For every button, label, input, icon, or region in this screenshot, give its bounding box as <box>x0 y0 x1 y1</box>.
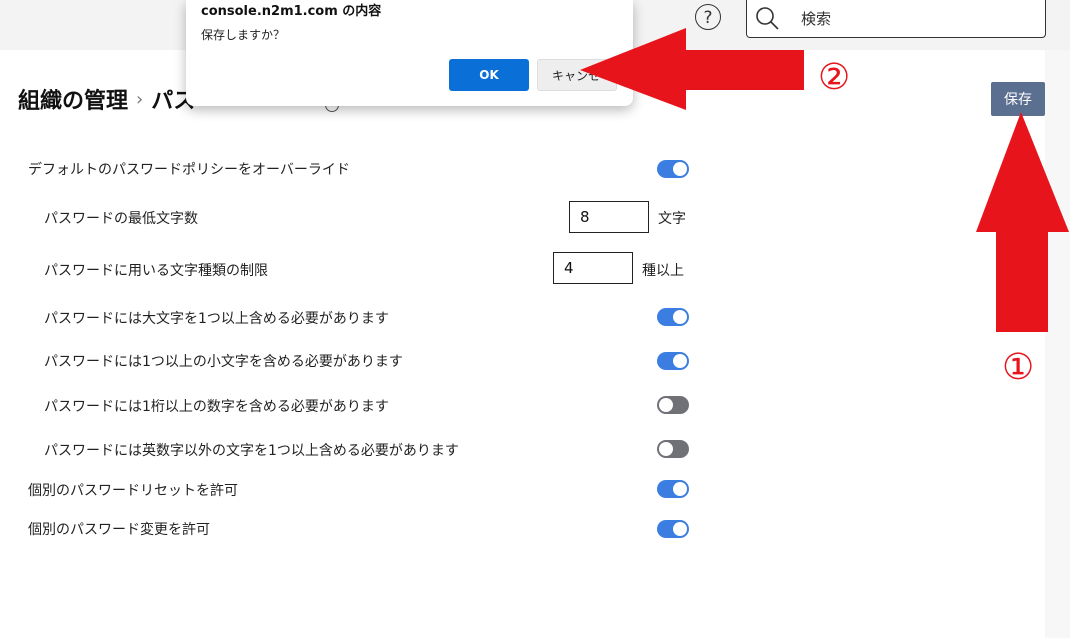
arrow-up-icon <box>976 112 1069 332</box>
step-2-label: ② <box>818 57 851 98</box>
step-1-label: ① <box>1002 347 1035 388</box>
annotation-arrows <box>580 28 1069 332</box>
arrow-left-icon <box>580 28 804 110</box>
